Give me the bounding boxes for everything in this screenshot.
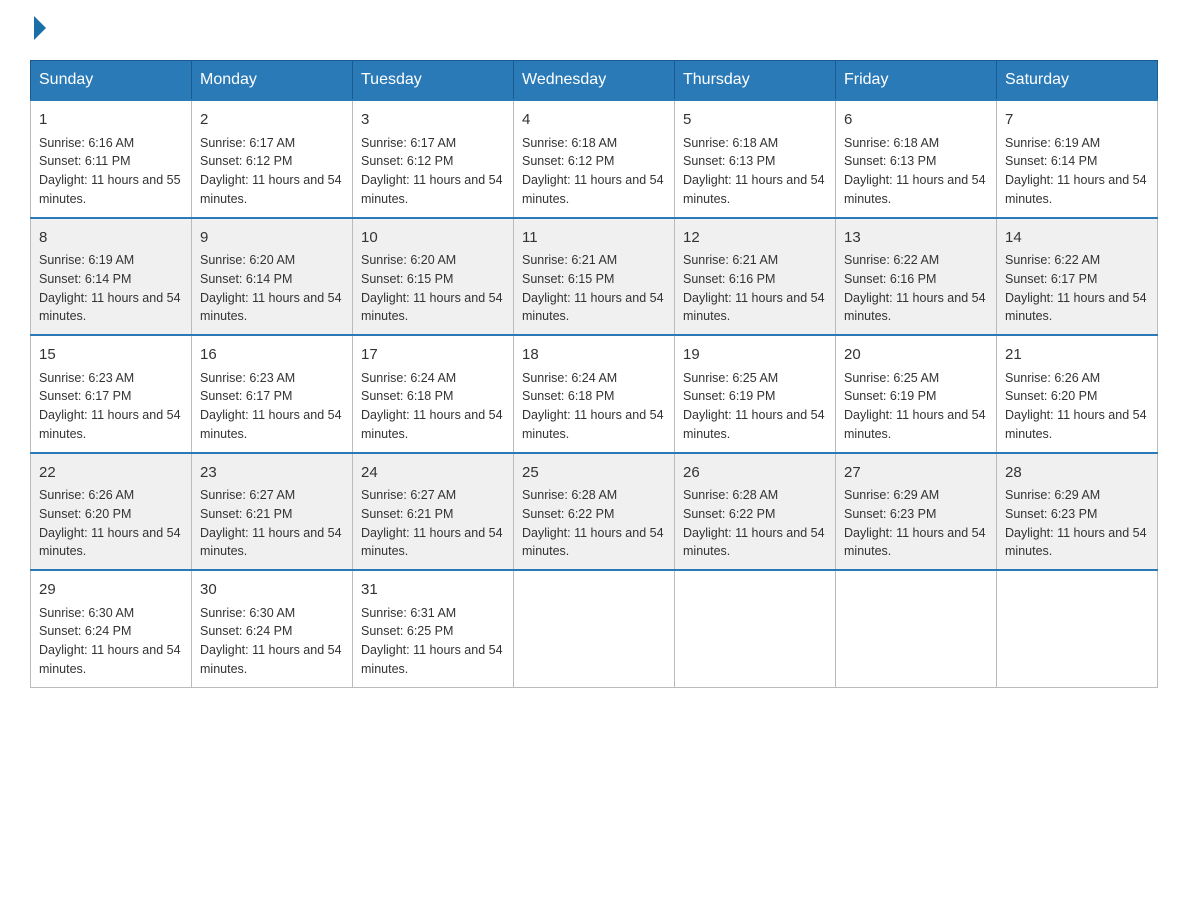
day-number: 31	[361, 579, 505, 602]
calendar-cell: 7Sunrise: 6:19 AMSunset: 6:14 PMDaylight…	[997, 100, 1158, 218]
day-number: 19	[683, 344, 827, 367]
calendar-cell: 1Sunrise: 6:16 AMSunset: 6:11 PMDaylight…	[31, 100, 192, 218]
day-number: 2	[200, 109, 344, 132]
day-number: 7	[1005, 109, 1149, 132]
calendar-cell: 10Sunrise: 6:20 AMSunset: 6:15 PMDayligh…	[353, 218, 514, 336]
day-number: 8	[39, 227, 183, 250]
page-header	[30, 20, 1158, 40]
logo	[30, 20, 46, 40]
calendar-header-saturday: Saturday	[997, 61, 1158, 101]
day-number: 24	[361, 462, 505, 485]
calendar-header-thursday: Thursday	[675, 61, 836, 101]
calendar-cell: 11Sunrise: 6:21 AMSunset: 6:15 PMDayligh…	[514, 218, 675, 336]
calendar-cell: 3Sunrise: 6:17 AMSunset: 6:12 PMDaylight…	[353, 100, 514, 218]
calendar-cell: 5Sunrise: 6:18 AMSunset: 6:13 PMDaylight…	[675, 100, 836, 218]
calendar-cell: 15Sunrise: 6:23 AMSunset: 6:17 PMDayligh…	[31, 335, 192, 453]
day-number: 25	[522, 462, 666, 485]
day-number: 13	[844, 227, 988, 250]
day-number: 20	[844, 344, 988, 367]
calendar-cell: 9Sunrise: 6:20 AMSunset: 6:14 PMDaylight…	[192, 218, 353, 336]
day-number: 14	[1005, 227, 1149, 250]
calendar-cell: 25Sunrise: 6:28 AMSunset: 6:22 PMDayligh…	[514, 453, 675, 571]
day-number: 21	[1005, 344, 1149, 367]
calendar-cell: 27Sunrise: 6:29 AMSunset: 6:23 PMDayligh…	[836, 453, 997, 571]
calendar-cell: 24Sunrise: 6:27 AMSunset: 6:21 PMDayligh…	[353, 453, 514, 571]
calendar-cell: 12Sunrise: 6:21 AMSunset: 6:16 PMDayligh…	[675, 218, 836, 336]
calendar-cell: 8Sunrise: 6:19 AMSunset: 6:14 PMDaylight…	[31, 218, 192, 336]
day-number: 9	[200, 227, 344, 250]
day-number: 27	[844, 462, 988, 485]
day-number: 29	[39, 579, 183, 602]
calendar-cell: 22Sunrise: 6:26 AMSunset: 6:20 PMDayligh…	[31, 453, 192, 571]
day-number: 28	[1005, 462, 1149, 485]
calendar-header-monday: Monday	[192, 61, 353, 101]
calendar-week-row: 8Sunrise: 6:19 AMSunset: 6:14 PMDaylight…	[31, 218, 1158, 336]
calendar-header-friday: Friday	[836, 61, 997, 101]
day-number: 30	[200, 579, 344, 602]
day-number: 16	[200, 344, 344, 367]
day-number: 18	[522, 344, 666, 367]
calendar-cell: 21Sunrise: 6:26 AMSunset: 6:20 PMDayligh…	[997, 335, 1158, 453]
calendar-header-tuesday: Tuesday	[353, 61, 514, 101]
calendar-header-sunday: Sunday	[31, 61, 192, 101]
calendar-cell: 29Sunrise: 6:30 AMSunset: 6:24 PMDayligh…	[31, 570, 192, 687]
calendar-cell: 30Sunrise: 6:30 AMSunset: 6:24 PMDayligh…	[192, 570, 353, 687]
calendar-cell: 23Sunrise: 6:27 AMSunset: 6:21 PMDayligh…	[192, 453, 353, 571]
calendar-cell	[997, 570, 1158, 687]
calendar-cell: 31Sunrise: 6:31 AMSunset: 6:25 PMDayligh…	[353, 570, 514, 687]
calendar-cell	[514, 570, 675, 687]
calendar-header-wednesday: Wednesday	[514, 61, 675, 101]
calendar-cell: 17Sunrise: 6:24 AMSunset: 6:18 PMDayligh…	[353, 335, 514, 453]
calendar-week-row: 22Sunrise: 6:26 AMSunset: 6:20 PMDayligh…	[31, 453, 1158, 571]
calendar-cell: 18Sunrise: 6:24 AMSunset: 6:18 PMDayligh…	[514, 335, 675, 453]
day-number: 26	[683, 462, 827, 485]
calendar-cell: 2Sunrise: 6:17 AMSunset: 6:12 PMDaylight…	[192, 100, 353, 218]
day-number: 11	[522, 227, 666, 250]
day-number: 4	[522, 109, 666, 132]
calendar-table: SundayMondayTuesdayWednesdayThursdayFrid…	[30, 60, 1158, 688]
day-number: 6	[844, 109, 988, 132]
day-number: 17	[361, 344, 505, 367]
calendar-cell: 4Sunrise: 6:18 AMSunset: 6:12 PMDaylight…	[514, 100, 675, 218]
calendar-cell: 20Sunrise: 6:25 AMSunset: 6:19 PMDayligh…	[836, 335, 997, 453]
calendar-week-row: 29Sunrise: 6:30 AMSunset: 6:24 PMDayligh…	[31, 570, 1158, 687]
day-number: 15	[39, 344, 183, 367]
calendar-cell: 16Sunrise: 6:23 AMSunset: 6:17 PMDayligh…	[192, 335, 353, 453]
calendar-cell: 14Sunrise: 6:22 AMSunset: 6:17 PMDayligh…	[997, 218, 1158, 336]
day-number: 10	[361, 227, 505, 250]
calendar-cell	[675, 570, 836, 687]
logo-arrow-icon	[34, 16, 46, 40]
calendar-week-row: 1Sunrise: 6:16 AMSunset: 6:11 PMDaylight…	[31, 100, 1158, 218]
calendar-cell: 28Sunrise: 6:29 AMSunset: 6:23 PMDayligh…	[997, 453, 1158, 571]
calendar-header-row: SundayMondayTuesdayWednesdayThursdayFrid…	[31, 61, 1158, 101]
day-number: 22	[39, 462, 183, 485]
day-number: 5	[683, 109, 827, 132]
calendar-cell: 26Sunrise: 6:28 AMSunset: 6:22 PMDayligh…	[675, 453, 836, 571]
day-number: 12	[683, 227, 827, 250]
day-number: 1	[39, 109, 183, 132]
calendar-cell: 6Sunrise: 6:18 AMSunset: 6:13 PMDaylight…	[836, 100, 997, 218]
calendar-cell: 19Sunrise: 6:25 AMSunset: 6:19 PMDayligh…	[675, 335, 836, 453]
day-number: 23	[200, 462, 344, 485]
calendar-cell	[836, 570, 997, 687]
calendar-week-row: 15Sunrise: 6:23 AMSunset: 6:17 PMDayligh…	[31, 335, 1158, 453]
day-number: 3	[361, 109, 505, 132]
calendar-cell: 13Sunrise: 6:22 AMSunset: 6:16 PMDayligh…	[836, 218, 997, 336]
